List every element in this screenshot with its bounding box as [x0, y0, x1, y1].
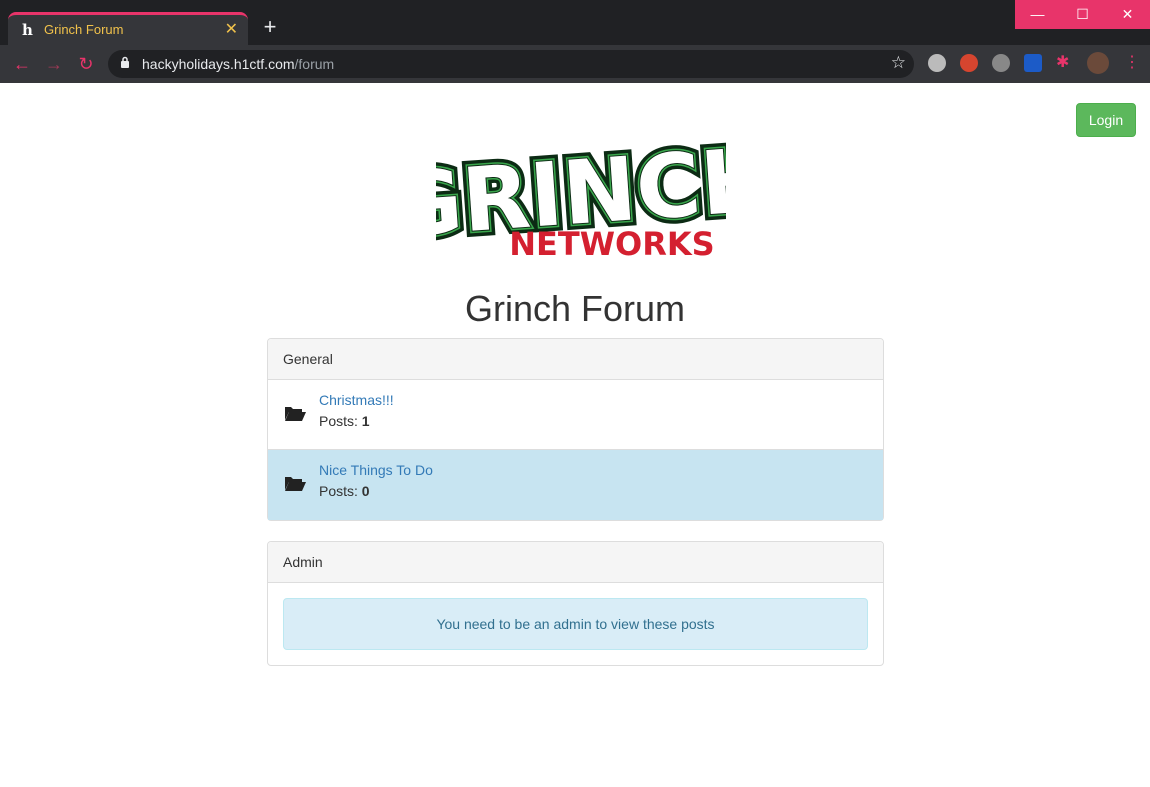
forum-row-christmas: Christmas!!! Posts: 1: [268, 380, 883, 450]
close-window-button[interactable]: ✕: [1105, 0, 1150, 29]
lock-icon: [120, 56, 130, 71]
bookmark-star-icon[interactable]: ☆: [891, 53, 906, 73]
panel-heading: Admin: [268, 542, 883, 583]
admin-notice: You need to be an admin to view these po…: [283, 598, 868, 650]
general-panel: General Christmas!!! Posts: 1 Nice Thing…: [267, 338, 884, 521]
forward-button[interactable]: →: [41, 51, 67, 77]
browser-tab[interactable]: h Grinch Forum ✕: [8, 12, 248, 46]
folder-open-icon: [284, 474, 306, 492]
admin-panel: Admin You need to be an admin to view th…: [267, 541, 884, 666]
page-title: Grinch Forum: [464, 288, 686, 329]
puzzle-extensions-icon[interactable]: ✱: [1056, 54, 1074, 72]
minimize-button[interactable]: —: [1015, 0, 1060, 29]
login-button[interactable]: Login: [1076, 103, 1136, 137]
tab-title: Grinch Forum: [44, 22, 124, 37]
santa-extension-icon[interactable]: [960, 54, 978, 72]
panel-body: You need to be an admin to view these po…: [268, 583, 883, 665]
new-tab-button[interactable]: +: [258, 16, 282, 40]
maximize-button[interactable]: ☐: [1060, 0, 1105, 29]
grinch-networks-logo: GRINCH GRINCH GRINCH NETWORKS: [436, 122, 726, 263]
browser-tab-bar: h Grinch Forum ✕ + — ☐ ✕: [0, 0, 1150, 46]
forum-post-count: Posts: 1: [319, 413, 370, 429]
extension-icon[interactable]: [928, 54, 946, 72]
forum-link-christmas[interactable]: Christmas!!!: [319, 392, 394, 408]
favicon-icon: h: [22, 21, 33, 39]
extension-icon[interactable]: [992, 54, 1010, 72]
close-tab-icon[interactable]: ✕: [225, 19, 238, 39]
panel-heading: General: [268, 339, 883, 380]
address-bar[interactable]: hackyholidays.h1ctf.com/forum ☆: [108, 50, 914, 78]
forum-row-nice-things: Nice Things To Do Posts: 0: [268, 450, 883, 520]
forum-link-nice-things[interactable]: Nice Things To Do: [319, 462, 433, 478]
back-button[interactable]: ←: [9, 51, 35, 77]
reload-button[interactable]: ↻: [73, 51, 99, 77]
extension-icon[interactable]: [1024, 54, 1042, 72]
forum-post-count: Posts: 0: [319, 483, 370, 499]
folder-open-icon: [284, 404, 306, 422]
avatar[interactable]: [1087, 52, 1109, 74]
browser-toolbar: ← → ↻ hackyholidays.h1ctf.com/forum ☆ ✱ …: [0, 45, 1150, 83]
svg-text:NETWORKS: NETWORKS: [509, 225, 714, 263]
url-text: hackyholidays.h1ctf.com/forum: [142, 56, 335, 72]
page-content: Login GRINCH GRINCH GRINCH NETWORKS Grin…: [0, 83, 1150, 787]
menu-icon[interactable]: ⋮: [1124, 54, 1142, 72]
